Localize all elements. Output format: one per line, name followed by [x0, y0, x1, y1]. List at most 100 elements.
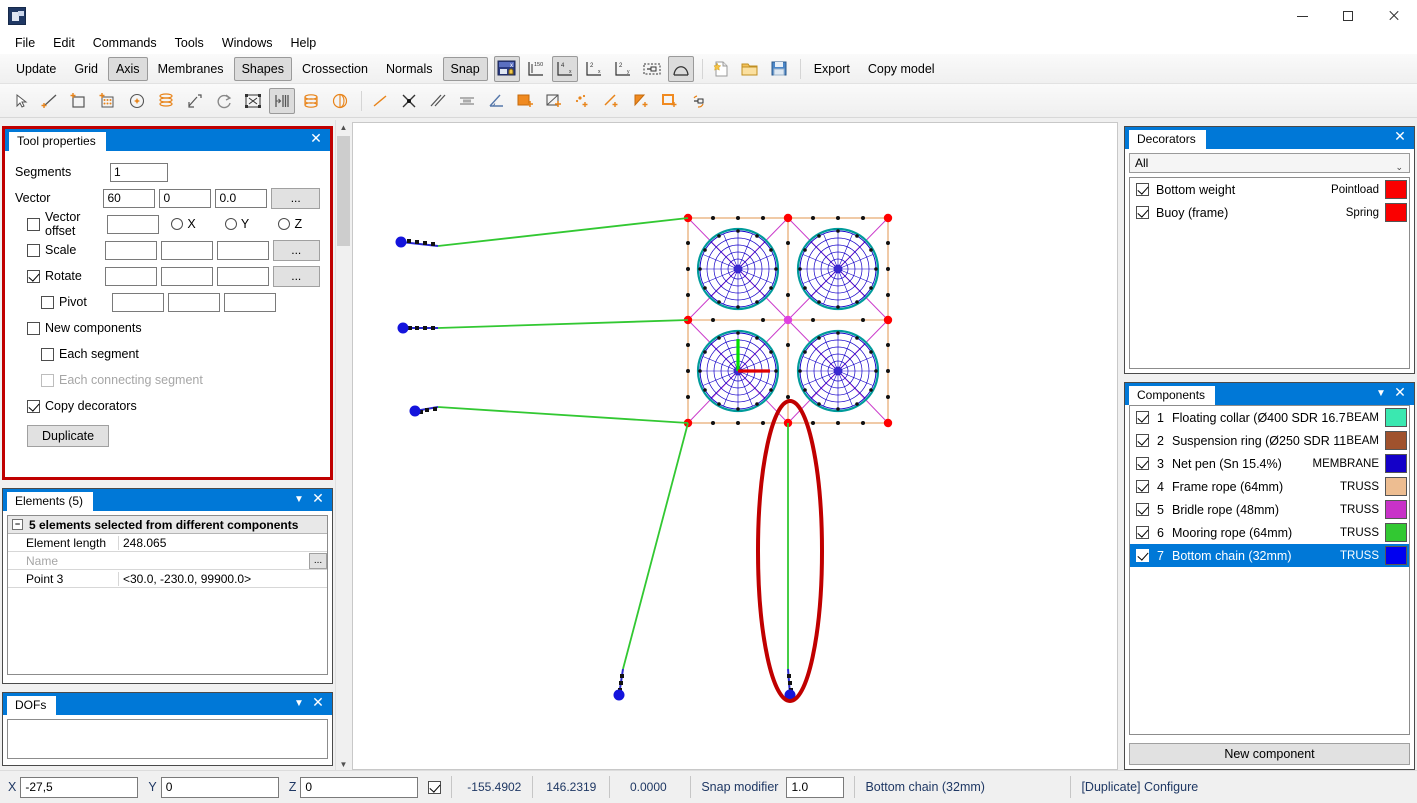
close-icon[interactable]: ✕ [308, 131, 324, 147]
menu-file[interactable]: File [6, 33, 44, 53]
vector-y-input[interactable] [159, 188, 212, 208]
duplicate-button[interactable]: Duplicate [27, 425, 110, 447]
line-icon[interactable] [367, 88, 393, 114]
pivot-v3-input[interactable] [224, 292, 276, 312]
left-dock-scrollbar[interactable]: ▲ ▼ [335, 120, 351, 772]
rectangle-add-icon[interactable] [66, 88, 92, 114]
scrollbar-thumb[interactable] [337, 136, 350, 246]
toolbar-snap-button[interactable]: Snap [442, 56, 488, 81]
triangle-add-icon[interactable] [628, 88, 654, 114]
component-visible-checkbox[interactable] [1136, 480, 1149, 493]
intersect-icon[interactable] [396, 88, 422, 114]
toolbar-update-button[interactable]: Update [8, 57, 64, 81]
rotate-v3-input[interactable] [216, 266, 269, 286]
decorator-color-swatch[interactable] [1385, 203, 1407, 222]
y-input[interactable] [160, 776, 279, 798]
vector-z-input[interactable] [215, 188, 268, 208]
chevron-down-icon[interactable]: ▼ [292, 494, 306, 506]
list-item[interactable]: 5 Bridle rope (48mm) TRUSS [1130, 498, 1409, 521]
vector-offset-input[interactable] [107, 214, 160, 234]
minimize-button[interactable] [1279, 0, 1325, 32]
rotate-v1-input[interactable] [104, 266, 157, 286]
rotate-icon[interactable] [211, 88, 237, 114]
component-color-swatch[interactable] [1385, 546, 1407, 565]
dimension-150-icon[interactable]: 150 [523, 56, 549, 82]
list-item[interactable]: 3 Net pen (Sn 15.4%) MEMBRANE [1130, 452, 1409, 475]
expand-arrow-icon[interactable] [182, 88, 208, 114]
collapse-expander-icon[interactable]: − [12, 519, 23, 530]
elements-tab[interactable]: Elements (5) [7, 492, 94, 511]
components-list[interactable]: 1 Floating collar (Ø400 SDR 16.7) BEAM 2… [1129, 405, 1410, 735]
new-components-checkbox[interactable] [27, 321, 40, 335]
decorator-filter-dropdown[interactable]: All ⌄ [1129, 153, 1410, 173]
save-disk-icon[interactable] [766, 56, 792, 82]
line-add-icon[interactable] [599, 88, 625, 114]
pivot-v1-input[interactable] [112, 292, 164, 312]
list-item[interactable]: 2 Suspension ring (Ø250 SDR 11) BEAM [1130, 429, 1409, 452]
segments-input[interactable] [110, 162, 168, 182]
label-box-icon[interactable] [639, 56, 665, 82]
close-icon[interactable]: ✕ [1392, 129, 1408, 145]
dimension-2y-icon[interactable]: 2y [610, 56, 636, 82]
decorators-list[interactable]: Bottom weight Pointload Buoy (frame) Spr… [1129, 177, 1410, 369]
pivot-checkbox[interactable] [41, 295, 54, 309]
sphere-half-icon[interactable] [327, 88, 353, 114]
rotate-more-button[interactable]: ... [272, 265, 320, 287]
component-color-swatch[interactable] [1385, 454, 1407, 473]
cylinder-mesh-icon[interactable] [298, 88, 324, 114]
points-add-icon[interactable] [570, 88, 596, 114]
new-component-button[interactable]: New component [1129, 743, 1410, 765]
table-row[interactable]: Point 3 <30.0, -230.0, 99900.0> [8, 570, 327, 588]
component-visible-checkbox[interactable] [1136, 457, 1149, 470]
parallel-icon[interactable] [425, 88, 451, 114]
scale-v3-input[interactable] [216, 240, 269, 260]
scroll-up-icon[interactable]: ▲ [336, 120, 351, 135]
cylinder-icon[interactable] [153, 88, 179, 114]
list-item[interactable]: Buoy (frame) Spring [1130, 201, 1409, 224]
dimension-2x-icon[interactable]: 2x [581, 56, 607, 82]
dofs-list[interactable] [7, 719, 328, 759]
menu-edit[interactable]: Edit [44, 33, 84, 53]
copy-model-button[interactable]: Copy model [860, 57, 943, 81]
each-segment-checkbox[interactable] [41, 347, 54, 361]
component-color-swatch[interactable] [1385, 523, 1407, 542]
lock-view-icon[interactable]: x [493, 55, 520, 82]
decorator-visible-checkbox[interactable] [1136, 183, 1149, 196]
name-more-button[interactable]: ... [309, 552, 327, 569]
close-icon[interactable]: ✕ [1392, 385, 1408, 401]
menu-tools[interactable]: Tools [166, 33, 213, 53]
distance-icon[interactable] [454, 88, 480, 114]
toolbar-membranes-button[interactable]: Membranes [150, 57, 232, 81]
axis-x-radio[interactable] [171, 218, 184, 230]
square-fill-add-icon[interactable] [512, 88, 538, 114]
component-color-swatch[interactable] [1385, 477, 1407, 496]
toolbar-crossection-button[interactable]: Crossection [294, 57, 376, 81]
bottom-chain-selected[interactable] [784, 668, 796, 701]
component-visible-checkbox[interactable] [1136, 526, 1149, 539]
vector-offset-checkbox[interactable] [27, 217, 40, 231]
dofs-tab[interactable]: DOFs [7, 696, 57, 715]
toolbar-axis-button[interactable]: Axis [107, 56, 148, 81]
maximize-button[interactable] [1325, 0, 1371, 32]
new-file-icon[interactable] [708, 56, 734, 82]
axis-z-radio[interactable] [278, 218, 291, 230]
scale-v1-input[interactable] [104, 240, 157, 260]
copy-decorators-checkbox[interactable] [27, 399, 40, 413]
list-item[interactable]: 6 Mooring rope (64mm) TRUSS [1130, 521, 1409, 544]
tool-properties-tab[interactable]: Tool properties [9, 132, 106, 151]
line-point-icon[interactable] [37, 88, 63, 114]
extrude-icon[interactable] [269, 87, 295, 114]
square-add-icon[interactable] [657, 88, 683, 114]
close-icon[interactable]: ✕ [310, 491, 326, 507]
list-item[interactable]: Bottom weight Pointload [1130, 178, 1409, 201]
table-row[interactable]: Name ... [8, 552, 327, 570]
label-add-icon[interactable] [686, 88, 712, 114]
axis-y-radio[interactable] [224, 218, 237, 230]
close-icon[interactable]: ✕ [310, 695, 326, 711]
vector-x-input[interactable] [103, 188, 156, 208]
angle-icon[interactable] [483, 88, 509, 114]
table-row[interactable]: Element length 248.065 [8, 534, 327, 552]
component-visible-checkbox[interactable] [1136, 549, 1149, 562]
circle-point-icon[interactable] [124, 88, 150, 114]
snap-modifier-input[interactable] [786, 776, 845, 798]
